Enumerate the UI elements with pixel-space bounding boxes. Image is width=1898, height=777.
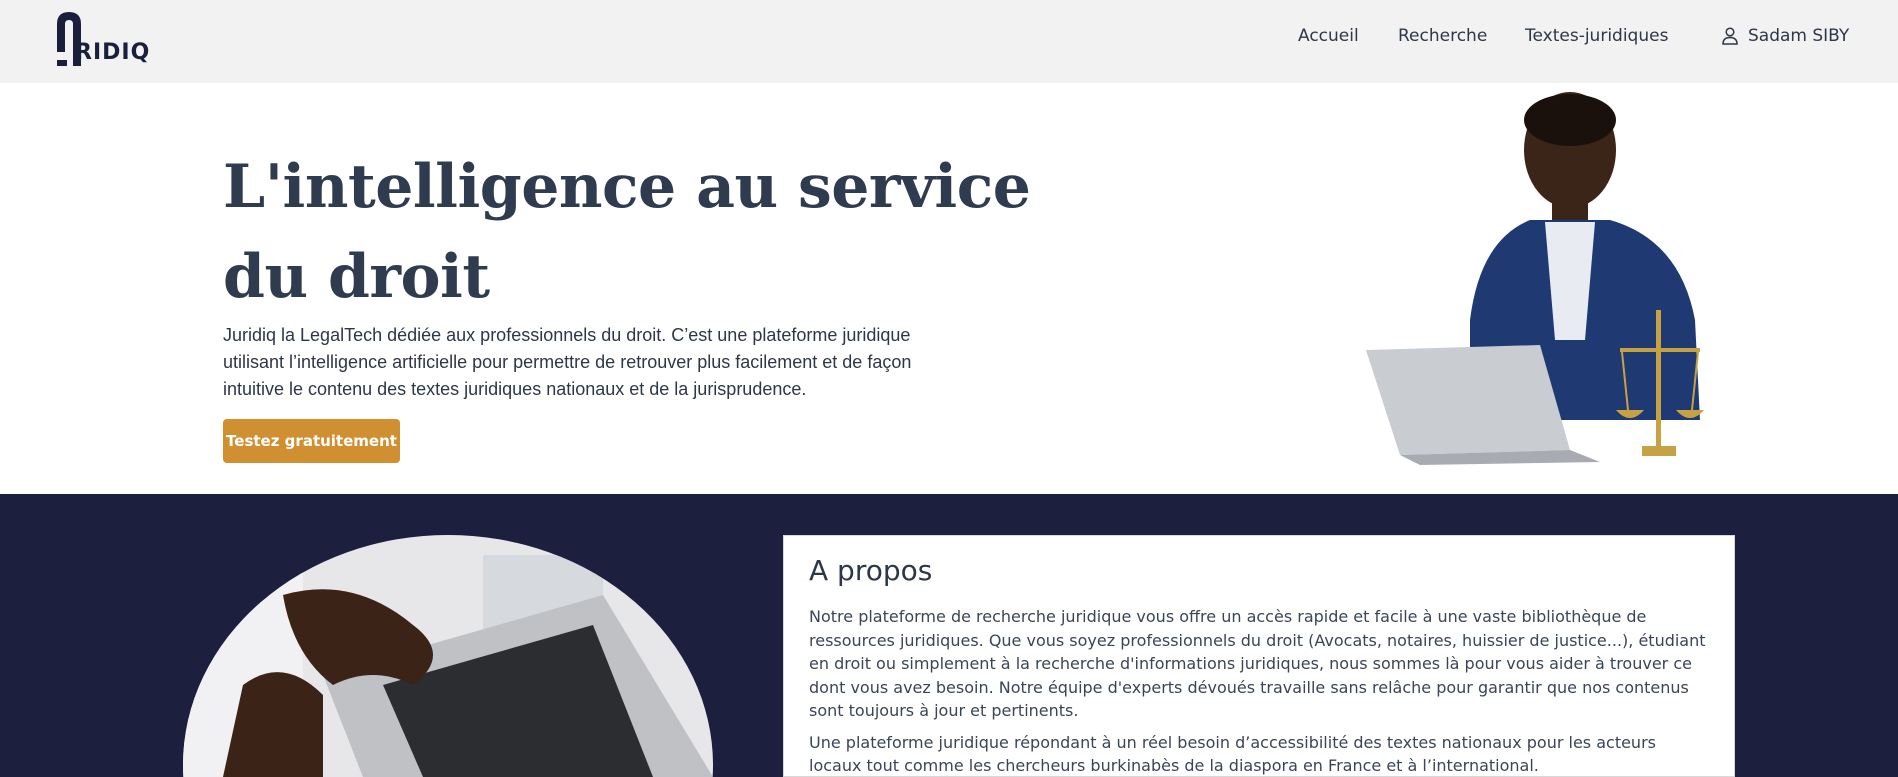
user-name: Sadam SIBY xyxy=(1748,26,1850,46)
hero-description: Juridiq la LegalTech dédiée aux professi… xyxy=(223,325,912,399)
about-title: A propos xyxy=(809,554,933,587)
nav-accueil[interactable]: Accueil xyxy=(1298,26,1359,46)
about-card: A propos Notre plateforme de recherche j… xyxy=(783,535,1735,777)
test-free-button[interactable]: Testez gratuitement xyxy=(223,419,400,463)
site-header: RIDIQ Accueil Recherche Textes-juridique… xyxy=(0,0,1898,83)
hands-laptop-photo xyxy=(183,535,713,777)
user-menu[interactable]: Sadam SIBY xyxy=(1722,26,1849,46)
about-paragraph-1: Notre plateforme de recherche juridique … xyxy=(809,607,1706,720)
hero-man-laptop-image xyxy=(1360,90,1740,465)
hero-title: L'intelligence au service du droit xyxy=(223,152,1031,312)
about-paragraph-2: Une plateforme juridique répondant à un … xyxy=(809,732,1656,776)
nav-recherche[interactable]: Recherche xyxy=(1398,26,1487,46)
nav-textes-juridiques[interactable]: Textes-juridiques xyxy=(1525,26,1668,46)
user-icon xyxy=(1722,27,1738,45)
logo-wordmark: RIDIQ xyxy=(75,40,151,65)
